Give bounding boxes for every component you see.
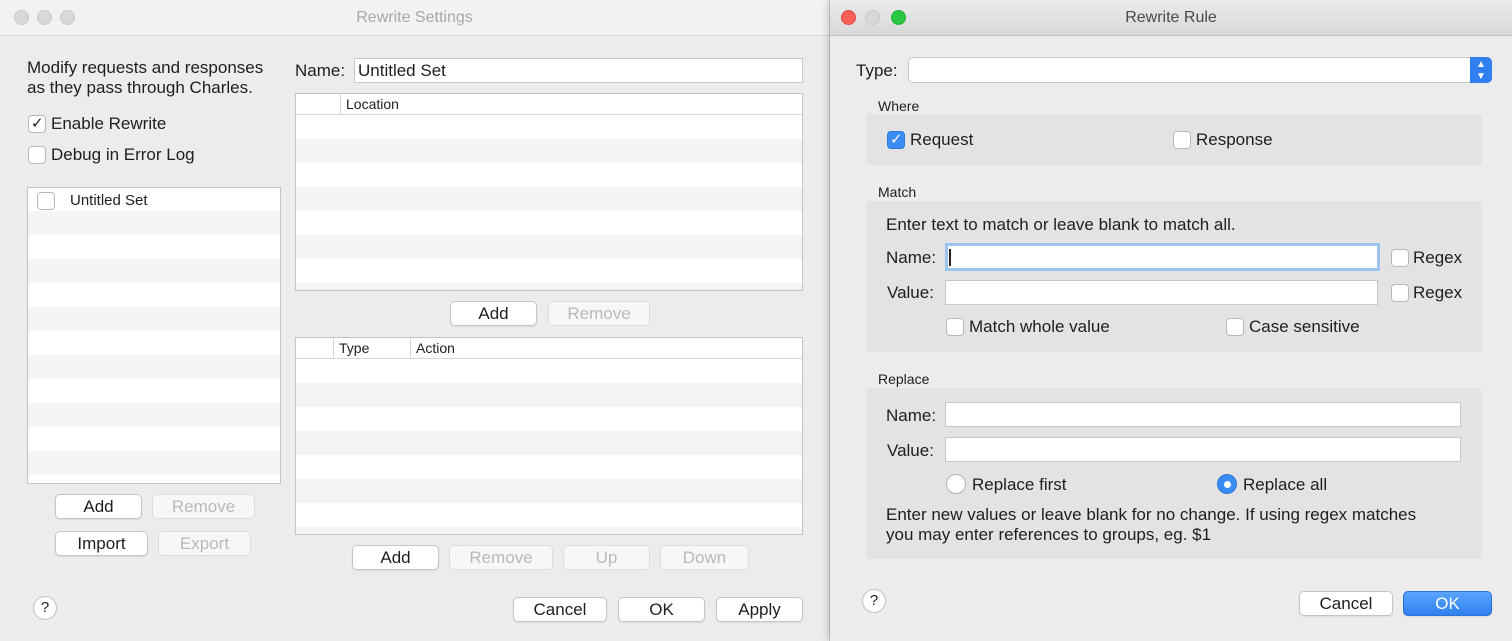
remove-location-button[interactable]: Remove [548,301,650,326]
zoom-window-button[interactable] [891,10,906,25]
match-whole-value-label: Match whole value [969,317,1110,336]
window-title: Rewrite Settings [356,9,473,26]
match-value-regex-label: Regex [1413,283,1463,302]
rules-table-header: Type Action [296,338,802,359]
add-location-button[interactable]: Add [450,301,537,326]
replace-value-input[interactable] [945,437,1461,462]
response-checkbox[interactable] [1173,131,1191,149]
rules-table[interactable]: Type Action [295,337,803,535]
chevron-updown-icon: ▲ ▼ [1470,57,1492,83]
request-label: Request [910,130,974,149]
match-group: Enter text to match or leave blank to ma… [866,201,1482,352]
match-name-regex-label: Regex [1413,248,1463,267]
replace-value-label: Value: [887,441,934,460]
ok-button[interactable]: OK [1403,591,1492,616]
description-line-2: as they pass through Charles. [27,78,253,97]
match-name-label: Name: [886,248,937,267]
close-window-button[interactable] [841,10,856,25]
rewrite-rule-window: Rewrite Rule Type: ▲ ▼ Where ✓ Request Re… [830,0,1512,641]
action-column-header[interactable]: Action [410,338,802,358]
list-item[interactable]: Untitled Set [28,188,280,212]
case-sensitive-label: Case sensitive [1249,317,1360,336]
match-name-regex-checkbox[interactable] [1391,249,1409,267]
ok-button[interactable]: OK [618,597,705,622]
match-hint: Enter text to match or leave blank to ma… [886,215,1236,234]
where-group: ✓ Request Response [866,114,1482,165]
cancel-button[interactable]: Cancel [513,597,607,622]
case-sensitive-checkbox[interactable] [1226,318,1244,336]
remove-rule-button[interactable]: Remove [449,545,553,570]
match-whole-value-checkbox[interactable] [946,318,964,336]
import-button[interactable]: Import [55,531,148,556]
location-table-header: Location [296,94,802,115]
replace-all-label: Replace all [1243,475,1328,494]
location-table[interactable]: Location [295,93,803,291]
replace-name-label: Name: [886,406,937,425]
add-set-button[interactable]: Add [55,494,142,519]
set-name-field[interactable]: Untitled Set [354,58,803,83]
rewrite-sets-list[interactable]: Untitled Set [27,187,281,484]
request-checkbox[interactable]: ✓ [887,131,905,149]
where-section-label: Where [878,98,920,114]
add-rule-button[interactable]: Add [352,545,439,570]
match-value-label: Value: [887,283,934,302]
window-title: Rewrite Rule [1125,9,1217,26]
help-button[interactable]: ? [862,589,886,613]
export-button[interactable]: Export [158,531,251,556]
text-cursor [949,249,951,266]
set-enabled-checkbox[interactable] [37,192,55,210]
checkmark-icon: ✓ [31,115,44,132]
match-name-input[interactable] [945,243,1380,271]
replace-first-label: Replace first [972,475,1067,494]
rewrite-settings-window: Rewrite Settings Modify requests and res… [0,0,830,641]
replace-hint-line-2: you may enter references to groups, eg. … [886,525,1212,544]
zoom-window-button[interactable] [60,10,75,25]
type-label: Type: [856,61,898,80]
checkmark-icon: ✓ [890,131,903,148]
match-value-regex-checkbox[interactable] [1391,284,1409,302]
enable-rewrite-checkbox[interactable]: ✓ [28,115,46,133]
cancel-button[interactable]: Cancel [1299,591,1393,616]
replace-all-radio[interactable] [1217,474,1237,494]
replace-hint-line-1: Enter new values or leave blank for no c… [886,505,1417,524]
window-titlebar: Rewrite Rule [830,0,1512,36]
close-window-button[interactable] [14,10,29,25]
replace-group: Name: Value: Replace first Replace all E… [866,388,1482,559]
set-name-value: Untitled Set [358,61,446,80]
match-section-label: Match [878,184,917,200]
location-column-header[interactable]: Location [340,94,802,114]
replace-first-radio[interactable] [946,474,966,494]
debug-error-log-checkbox[interactable] [28,146,46,164]
match-value-input[interactable] [945,280,1378,305]
description-line-1: Modify requests and responses [27,58,264,77]
replace-name-input[interactable] [945,402,1461,427]
response-label: Response [1196,130,1273,149]
type-select[interactable]: ▲ ▼ [908,57,1492,83]
set-name-label: Name: [295,61,346,80]
remove-set-button[interactable]: Remove [152,494,255,519]
debug-error-log-label: Debug in Error Log [51,145,195,164]
enable-rewrite-label: Enable Rewrite [51,114,167,133]
replace-section-label: Replace [878,371,930,387]
window-titlebar: Rewrite Settings [0,0,829,36]
minimize-window-button[interactable] [37,10,52,25]
minimize-window-button[interactable] [865,10,880,25]
help-button[interactable]: ? [33,596,57,620]
type-column-header[interactable]: Type [333,338,411,358]
set-name: Untitled Set [70,192,148,209]
move-rule-down-button[interactable]: Down [660,545,749,570]
move-rule-up-button[interactable]: Up [563,545,650,570]
apply-button[interactable]: Apply [716,597,803,622]
